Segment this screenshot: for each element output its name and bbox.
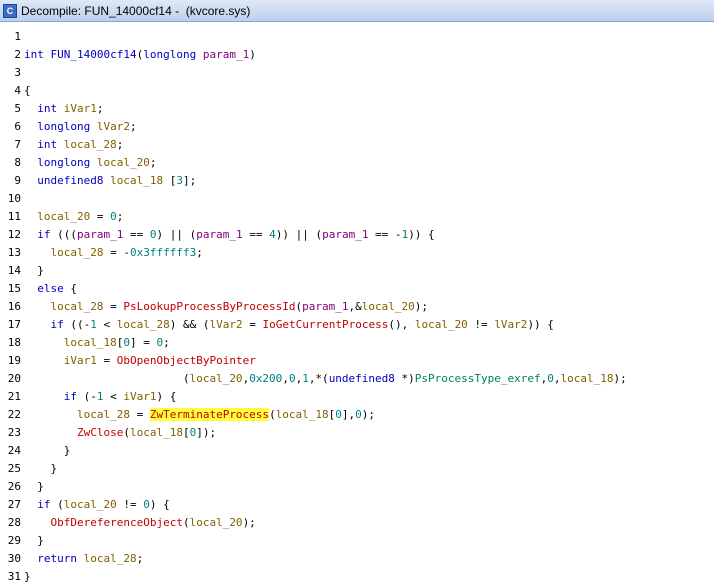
line-number: 28: [7, 516, 21, 529]
line-number: 25: [7, 462, 21, 475]
line-number: 2: [14, 48, 21, 61]
window-titlebar[interactable]: C Decompile: FUN_14000cf14 - (kvcore.sys…: [0, 0, 714, 22]
line-number: 11: [7, 210, 21, 223]
line-number: 23: [7, 426, 21, 439]
code-line[interactable]: if (local_20 != 0) {: [24, 496, 169, 514]
line-number: 18: [7, 336, 21, 349]
line-number: 26: [7, 480, 21, 493]
line-number: 7: [14, 138, 21, 151]
code-line[interactable]: undefined8 local_18 [3];: [24, 172, 196, 190]
line-number: 4: [14, 84, 21, 97]
code-line[interactable]: local_28 = -0x3ffffff3;: [24, 244, 203, 262]
line-number: 16: [7, 300, 21, 313]
line-number: 10: [7, 192, 21, 205]
code-line[interactable]: if (-1 < iVar1) {: [24, 388, 177, 406]
line-number: 13: [7, 246, 21, 259]
code-line[interactable]: local_20 = 0;: [24, 208, 123, 226]
line-number: 30: [7, 552, 21, 565]
line-number: 3: [14, 66, 21, 79]
code-line[interactable]: ZwClose(local_18[0]);: [24, 424, 216, 442]
code-line[interactable]: }: [24, 532, 44, 550]
line-number: 1: [14, 30, 21, 43]
code-line[interactable]: int FUN_14000cf14(longlong param_1): [24, 46, 256, 64]
code-line[interactable]: if ((-1 < local_28) && (lVar2 = IoGetCur…: [24, 316, 554, 334]
code-line[interactable]: }: [24, 460, 57, 478]
line-number: 19: [7, 354, 21, 367]
line-number: 29: [7, 534, 21, 547]
line-number: 24: [7, 444, 21, 457]
code-line[interactable]: longlong lVar2;: [24, 118, 136, 136]
line-number: 31: [7, 570, 21, 583]
line-number-gutter: 1 2 3 4 5 6 7 8 9 10 11 12 13 14 15 16 17 18 19 20 21 22 23 24 2…: [0, 22, 22, 586]
line-number: 17: [7, 318, 21, 331]
line-number: 22: [7, 408, 21, 421]
line-number: 27: [7, 498, 21, 511]
code-line[interactable]: if (((param_1 == 0) || (param_1 == 4)) |…: [24, 226, 434, 244]
code-line[interactable]: }: [24, 262, 44, 280]
line-number: 6: [14, 120, 21, 133]
code-line[interactable]: longlong local_20;: [24, 154, 156, 172]
code-line[interactable]: local_18[0] = 0;: [24, 334, 170, 352]
line-number: 8: [14, 156, 21, 169]
code-line[interactable]: {: [24, 82, 31, 100]
line-number: 9: [14, 174, 21, 187]
window-title: Decompile: FUN_14000cf14 - (kvcore.sys): [21, 3, 251, 18]
decompile-icon: C: [3, 3, 17, 18]
code-line[interactable]: }: [24, 568, 31, 586]
code-line[interactable]: }: [24, 478, 44, 496]
code-line[interactable]: else {: [24, 280, 77, 298]
line-number: 12: [7, 228, 21, 241]
line-number: 14: [7, 264, 21, 277]
code-line[interactable]: local_28 = ZwTerminateProcess(local_18[0…: [24, 406, 375, 424]
line-number: 15: [7, 282, 21, 295]
decompiled-code-area[interactable]: int FUN_14000cf14(longlong param_1) { int…: [22, 22, 714, 586]
line-number: 21: [7, 390, 21, 403]
code-line[interactable]: }: [24, 442, 71, 460]
code-line[interactable]: local_28 = PsLookupProcessByProcessId(pa…: [24, 298, 429, 316]
code-line[interactable]: ObfDereferenceObject(local_20);: [24, 514, 256, 532]
line-number: 5: [14, 102, 21, 115]
line-number: 20: [7, 372, 21, 385]
code-line[interactable]: iVar1 = ObOpenObjectByPointer: [24, 352, 256, 370]
code-line[interactable]: return local_28;: [24, 550, 143, 568]
code-line[interactable]: int local_28;: [24, 136, 123, 154]
code-line[interactable]: (local_20,0x200,0,1,*(undefined8 *)PsPro…: [24, 370, 627, 388]
code-line[interactable]: int iVar1;: [24, 100, 103, 118]
